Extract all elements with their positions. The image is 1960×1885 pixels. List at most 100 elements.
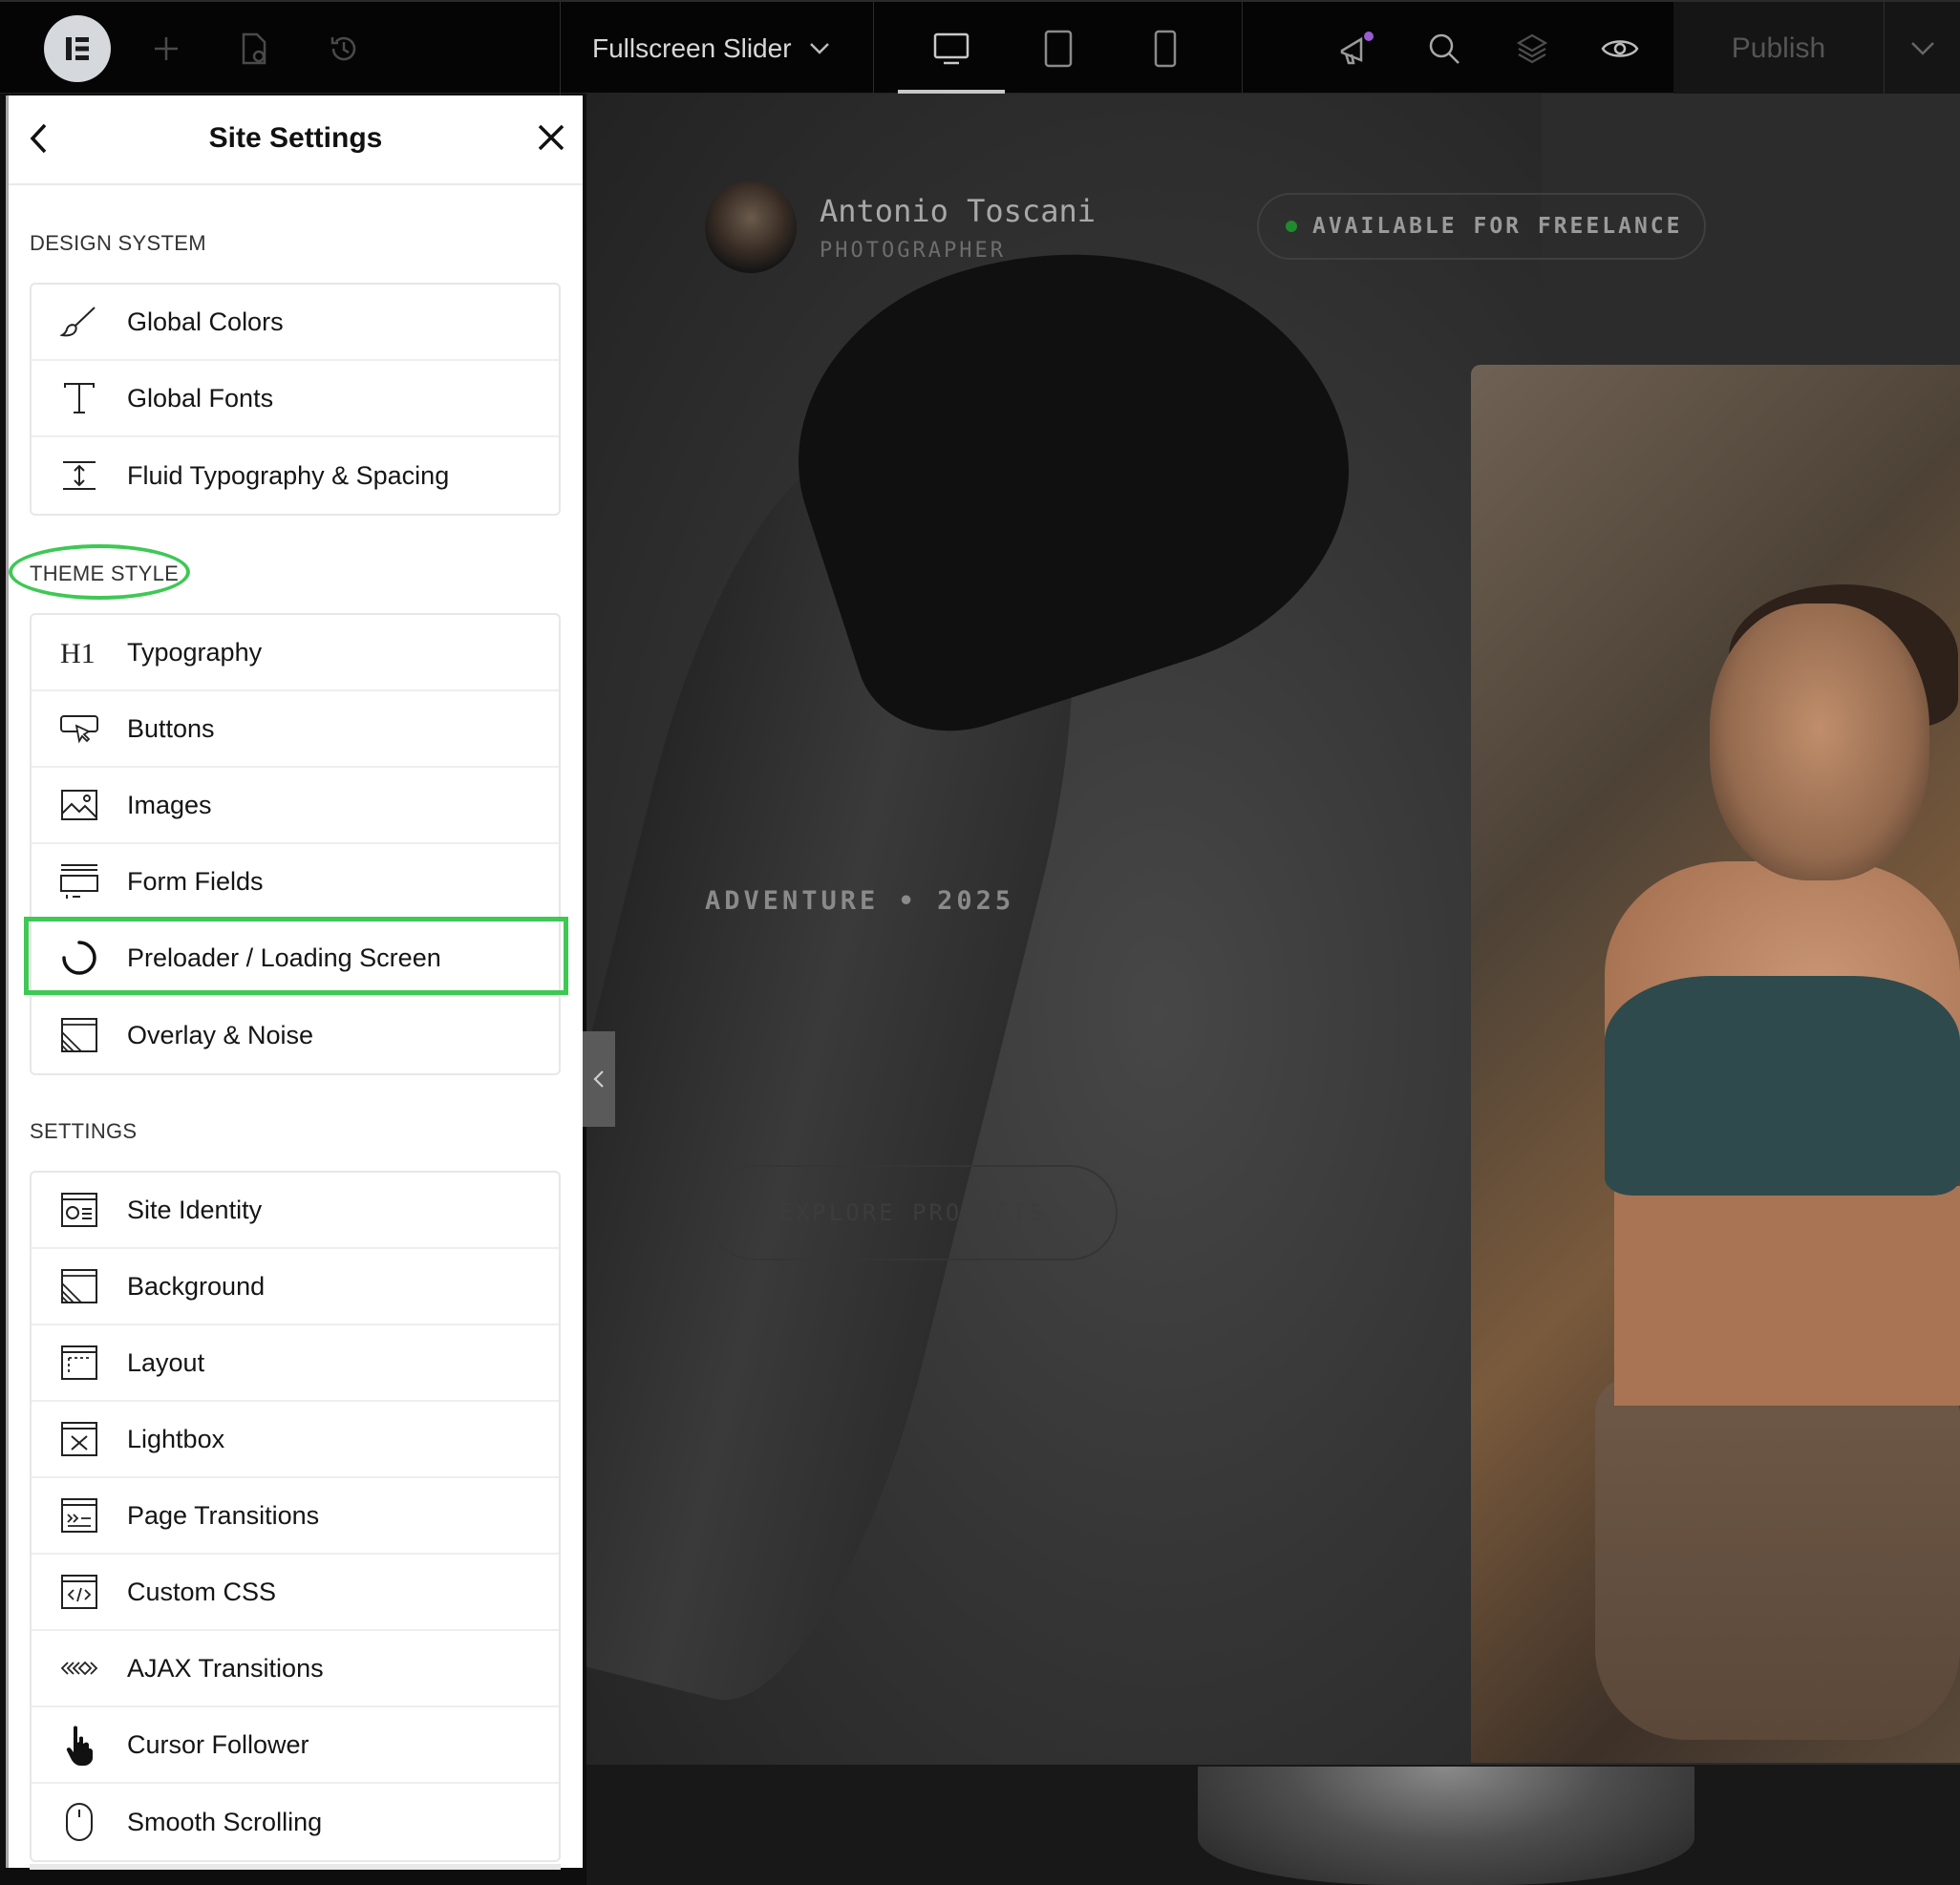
topbar-divider bbox=[1242, 2, 1243, 95]
code-icon bbox=[61, 1575, 97, 1609]
h1-icon: H1 bbox=[60, 638, 96, 667]
chevron-down-icon bbox=[809, 43, 829, 54]
menu-item-buttons[interactable]: Buttons bbox=[32, 691, 559, 768]
menu-item-label: AJAX Transitions bbox=[127, 1653, 324, 1683]
menu-item-layout[interactable]: Layout bbox=[32, 1325, 559, 1402]
add-element-button[interactable] bbox=[145, 2, 187, 95]
site-settings-panel: Site Settings DESIGN SYSTEM Global Color… bbox=[6, 95, 583, 1870]
document-title-dropdown[interactable]: Fullscreen Slider bbox=[592, 2, 830, 95]
page-settings-button[interactable] bbox=[233, 2, 275, 95]
availability-badge: AVAILABLE FOR FREELANCE bbox=[1257, 193, 1706, 260]
menu-item-typography[interactable]: H1 Typography bbox=[32, 615, 559, 691]
whats-new-button[interactable] bbox=[1328, 2, 1385, 95]
megaphone-icon bbox=[1340, 32, 1374, 65]
tablet-view-button[interactable] bbox=[1014, 2, 1102, 95]
page-transition-icon bbox=[61, 1498, 97, 1533]
page-settings-icon bbox=[242, 32, 266, 65]
availability-text: AVAILABLE FOR FREELANCE bbox=[1312, 214, 1683, 239]
menu-item-global-colors[interactable]: Global Colors bbox=[32, 285, 559, 361]
menu-item-label: Form Fields bbox=[127, 866, 264, 896]
theme-style-group: H1 Typography Buttons Images Form Fields… bbox=[30, 613, 561, 1075]
menu-item-label: Custom CSS bbox=[127, 1577, 277, 1606]
editor-topbar: Fullscreen Slider Publish bbox=[0, 0, 1960, 95]
slider-photo-detail bbox=[1605, 976, 1960, 1196]
settings-group: Site Identity Background Layout Lightbox… bbox=[30, 1171, 561, 1862]
menu-item-overlay-noise[interactable]: Overlay & Noise bbox=[32, 997, 559, 1073]
mobile-view-button[interactable] bbox=[1121, 2, 1209, 95]
menu-item-label: Overlay & Noise bbox=[127, 1020, 314, 1049]
topbar-divider bbox=[873, 2, 874, 95]
menu-item-label: Fluid Typography & Spacing bbox=[127, 460, 450, 490]
section-label-design-system: DESIGN SYSTEM bbox=[30, 231, 206, 255]
overlay-icon bbox=[61, 1018, 97, 1052]
preview-button[interactable] bbox=[1591, 2, 1649, 95]
spacing-icon bbox=[63, 461, 96, 490]
menu-item-label: Page Transitions bbox=[127, 1500, 320, 1530]
elementor-logo-icon bbox=[66, 37, 89, 60]
menu-item-label: Images bbox=[127, 790, 212, 819]
collapse-panel-button[interactable] bbox=[583, 1031, 615, 1127]
lightbox-icon bbox=[61, 1422, 97, 1456]
menu-item-label: Lightbox bbox=[127, 1424, 225, 1453]
menu-item-label: Cursor Follower bbox=[127, 1729, 309, 1759]
menu-item-form-fields[interactable]: Form Fields bbox=[32, 844, 559, 921]
profile-role: PHOTOGRAPHER bbox=[820, 239, 1006, 263]
menu-item-label: Buttons bbox=[127, 713, 215, 743]
menu-item-label: Layout bbox=[127, 1347, 205, 1377]
notification-dot bbox=[1364, 32, 1374, 41]
structure-button[interactable] bbox=[1503, 2, 1561, 95]
menu-item-label: Site Identity bbox=[127, 1195, 263, 1224]
menu-item-lightbox[interactable]: Lightbox bbox=[32, 1402, 559, 1478]
menu-item-smooth-scrolling[interactable]: Smooth Scrolling bbox=[32, 1784, 559, 1860]
publish-button[interactable]: Publish bbox=[1673, 2, 1884, 95]
ajax-icon bbox=[60, 1661, 98, 1676]
eye-icon bbox=[1601, 40, 1639, 57]
desktop-view-button[interactable] bbox=[907, 2, 995, 95]
tablet-icon bbox=[1044, 30, 1073, 68]
menu-item-global-fonts[interactable]: Global Fonts bbox=[32, 361, 559, 437]
section-label-theme-style: THEME STYLE bbox=[30, 561, 180, 585]
document-title: Fullscreen Slider bbox=[592, 33, 792, 63]
layers-icon bbox=[1516, 33, 1548, 64]
search-icon bbox=[1429, 33, 1459, 64]
section-label-settings: SETTINGS bbox=[30, 1119, 138, 1143]
menu-item-ajax-transitions[interactable]: AJAX Transitions bbox=[32, 1631, 559, 1707]
close-button[interactable] bbox=[536, 122, 566, 158]
slider-photo-detail bbox=[1614, 1186, 1960, 1406]
close-icon bbox=[538, 124, 565, 151]
text-t-icon bbox=[64, 383, 95, 413]
hand-pointer-icon bbox=[66, 1726, 93, 1766]
panel-header: Site Settings bbox=[9, 95, 583, 185]
menu-item-page-transitions[interactable]: Page Transitions bbox=[32, 1478, 559, 1555]
id-card-icon bbox=[61, 1193, 97, 1227]
design-system-group: Global Colors Global Fonts Fluid Typogra… bbox=[30, 283, 561, 516]
history-button[interactable] bbox=[323, 2, 365, 95]
finder-button[interactable] bbox=[1416, 2, 1473, 95]
svg-text:H1: H1 bbox=[60, 638, 96, 667]
explore-projects-button[interactable]: EXPLORE PROJECTS bbox=[707, 1165, 1118, 1260]
menu-item-cursor-follower[interactable]: Cursor Follower bbox=[32, 1707, 559, 1784]
background-icon bbox=[61, 1269, 97, 1303]
slider-photo bbox=[1471, 365, 1960, 1763]
brush-icon bbox=[60, 307, 96, 337]
menu-item-label: Background bbox=[127, 1271, 266, 1301]
slider-photo-detail bbox=[1710, 604, 1929, 880]
elementor-logo-button[interactable] bbox=[44, 15, 111, 82]
menu-item-background[interactable]: Background bbox=[32, 1249, 559, 1325]
menu-item-fluid-typography[interactable]: Fluid Typography & Spacing bbox=[32, 437, 559, 514]
image-icon bbox=[61, 790, 97, 820]
menu-item-custom-css[interactable]: Custom CSS bbox=[32, 1555, 559, 1631]
menu-item-label: Global Colors bbox=[127, 307, 284, 336]
chevron-down-icon bbox=[1910, 42, 1934, 55]
avatar bbox=[705, 181, 797, 273]
next-slide-preview-image bbox=[1198, 1767, 1694, 1885]
preview-canvas: Antonio Toscani PHOTOGRAPHER AVAILABLE F… bbox=[586, 94, 1960, 1885]
button-cursor-icon bbox=[60, 715, 98, 744]
plus-icon bbox=[155, 37, 178, 60]
chevron-left-icon bbox=[593, 1070, 604, 1088]
slider-photo-detail bbox=[1595, 1377, 1960, 1740]
menu-item-site-identity[interactable]: Site Identity bbox=[32, 1173, 559, 1249]
menu-item-label: Smooth Scrolling bbox=[127, 1807, 323, 1836]
publish-options-button[interactable] bbox=[1884, 2, 1960, 95]
menu-item-images[interactable]: Images bbox=[32, 768, 559, 844]
